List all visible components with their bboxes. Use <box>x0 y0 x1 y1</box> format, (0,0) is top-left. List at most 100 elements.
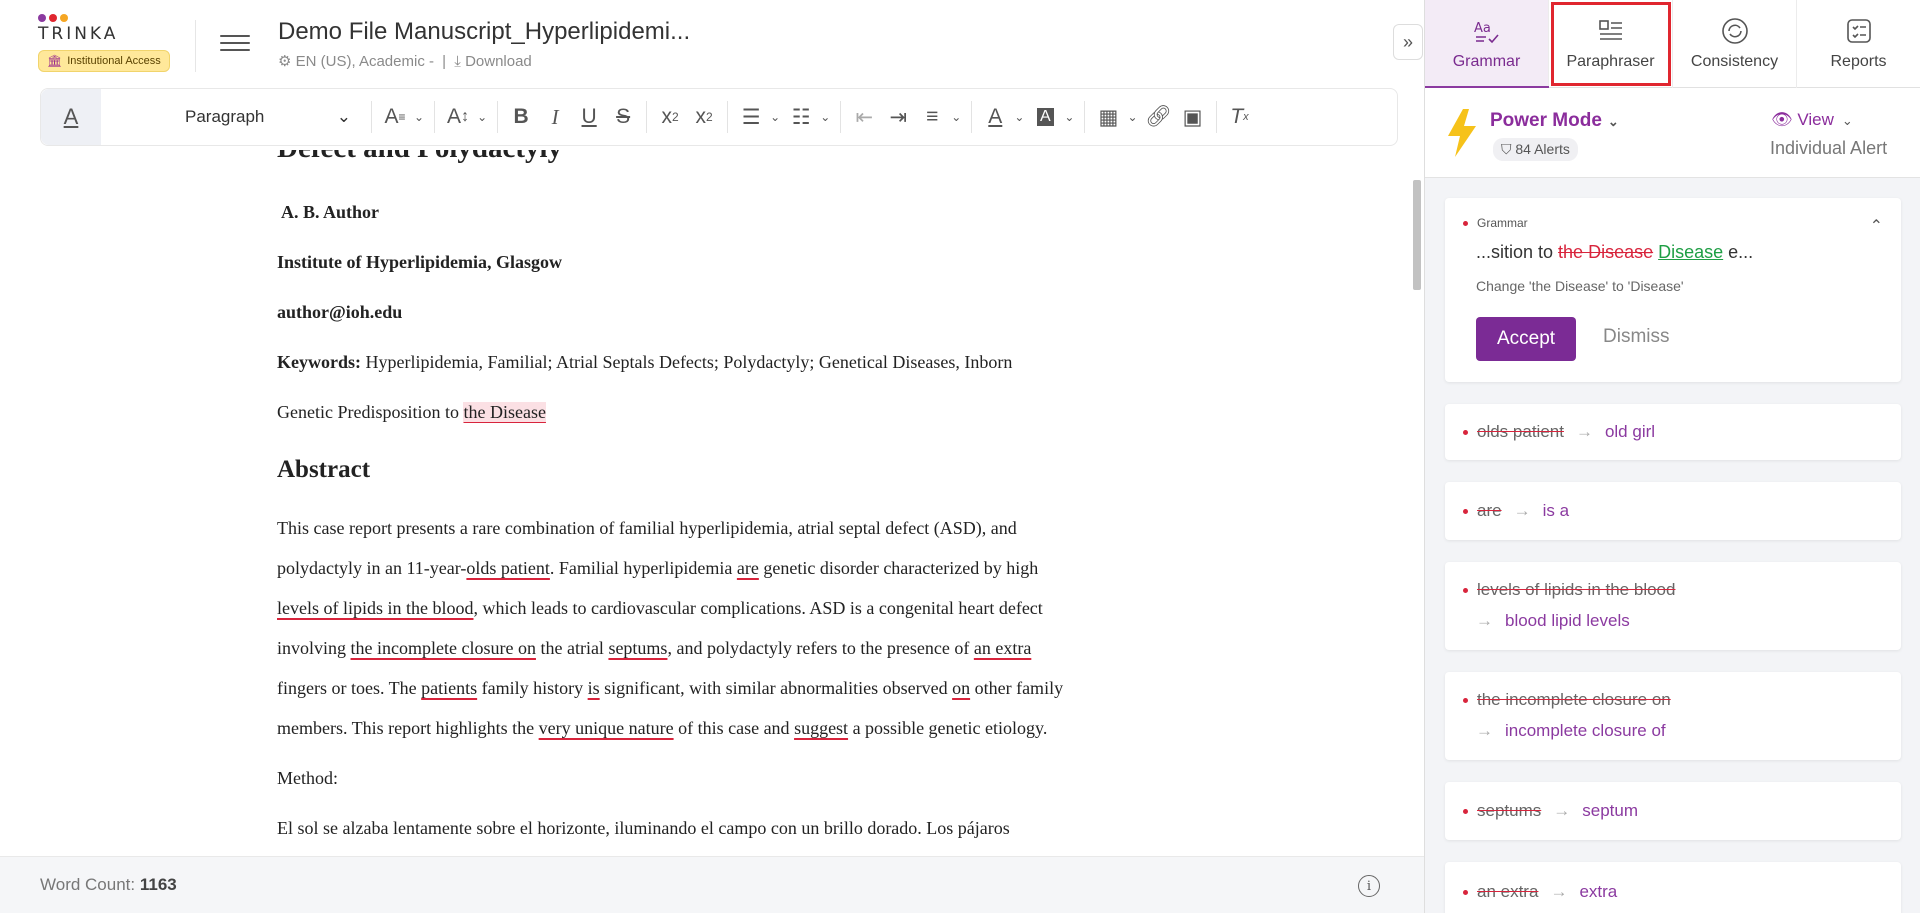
grammar-error[interactable]: is <box>588 678 600 698</box>
expand-panel-button[interactable]: » <box>1393 24 1423 60</box>
arrow-right-icon: → <box>1476 611 1493 630</box>
numbered-list-icon[interactable]: ☷ <box>784 97 818 137</box>
chevron-up-icon[interactable]: ⌃ <box>1870 216 1883 236</box>
image-icon[interactable]: ▣ <box>1176 97 1210 137</box>
text-segment: Genetic Predisposition to <box>277 402 464 422</box>
download-link[interactable]: Download <box>465 53 532 70</box>
strikethrough-icon[interactable]: S <box>606 97 640 137</box>
suggestion-card[interactable]: olds patient → old girl <box>1445 404 1901 460</box>
bullet-list-icon[interactable]: ☰ <box>734 97 768 137</box>
table-icon[interactable]: ▦ <box>1091 97 1125 137</box>
chevron-down-icon: ⌄ <box>1607 114 1619 129</box>
superscript-icon[interactable]: x2 <box>687 97 721 137</box>
method-line: Method: <box>277 768 338 788</box>
grammar-error[interactable]: on <box>952 678 970 698</box>
bold-icon[interactable]: B <box>504 97 538 137</box>
italic-icon[interactable]: I <box>538 97 572 137</box>
grammar-error[interactable]: olds patient <box>466 558 550 578</box>
chevron-down-icon[interactable]: ⌄ <box>1127 110 1137 124</box>
grammar-error[interactable]: very unique nature <box>539 718 674 738</box>
abstract-heading: Abstract <box>277 456 371 483</box>
underline-icon[interactable]: U <box>572 97 606 137</box>
clear-format-icon[interactable]: Tx <box>1223 97 1257 137</box>
logo-dot <box>49 14 57 22</box>
meta-separator: | <box>442 53 447 70</box>
view-label: View <box>1797 110 1834 129</box>
subscript-icon[interactable]: x2 <box>653 97 687 137</box>
format-text-icon[interactable]: A <box>41 89 101 145</box>
suggestion: the incomplete closure on <box>1463 690 1671 710</box>
suggestion-card[interactable]: the incomplete closure on → incomplete cl… <box>1445 672 1901 760</box>
suggestion-card[interactable]: are → is a <box>1445 482 1901 540</box>
chevron-down-icon[interactable]: ⌄ <box>477 110 487 124</box>
view-dropdown[interactable]: 👁︎ View ⌄ <box>1771 110 1853 130</box>
accept-button[interactable]: Accept <box>1476 317 1576 361</box>
text-segment: involving <box>277 638 351 658</box>
grammar-error[interactable]: an extra <box>974 638 1031 658</box>
chevron-down-icon[interactable]: ⌄ <box>820 110 830 124</box>
chevron-down-icon[interactable]: ⌄ <box>414 110 424 124</box>
info-icon[interactable]: i <box>1358 875 1380 897</box>
grammar-error[interactable]: the incomplete closure on <box>351 638 536 658</box>
tab-paraphraser[interactable]: Paraphraser <box>1549 0 1673 88</box>
globe-icon: ⚙ <box>278 53 292 70</box>
tab-grammar[interactable]: Aa Grammar <box>1425 0 1549 89</box>
toolbar-divider <box>434 101 436 133</box>
inserted-text: Disease <box>1658 242 1724 262</box>
font-size-icon[interactable]: A ≡ <box>378 97 412 137</box>
suggestion-card[interactable]: septums → septum <box>1445 782 1901 840</box>
paragraph-style-dropdown[interactable]: Paragraph ⌄ <box>125 107 365 127</box>
grammar-error[interactable]: are <box>737 558 759 578</box>
suggestion-replacement: → blood lipid levels <box>1476 611 1630 631</box>
grammar-error[interactable]: septums <box>608 638 667 658</box>
indent-icon[interactable]: ⇥ <box>881 97 915 137</box>
alerts-count: 84 Alerts <box>1515 141 1570 157</box>
suggestion: olds patient → old girl <box>1463 422 1655 442</box>
active-alert-card[interactable]: Grammar ⌃ ...sition to the Disease Disea… <box>1445 198 1901 382</box>
document-title[interactable]: Demo File Manuscript_Hyperlipidemi... <box>278 18 690 46</box>
genetic-line: Genetic Predisposition to the Disease <box>277 402 546 423</box>
align-icon[interactable]: ≡ <box>915 97 949 137</box>
suggestion-card[interactable]: an extra → extra <box>1445 862 1901 913</box>
chevron-down-icon[interactable]: ⌄ <box>1064 110 1074 124</box>
highlight-color-icon[interactable]: A <box>1028 97 1062 137</box>
paragraph-style-value: Paragraph <box>185 107 265 126</box>
grammar-error-highlight[interactable]: the Disease <box>463 402 546 422</box>
chevron-down-icon: ⌄ <box>336 107 351 126</box>
menu-icon[interactable] <box>220 30 250 54</box>
paragraph-line: involving the incomplete closure on the … <box>277 638 1031 659</box>
paraphraser-icon <box>1596 17 1626 45</box>
line-height-icon[interactable]: A ↕ <box>441 97 475 137</box>
outdent-icon[interactable]: ⇤ <box>847 97 881 137</box>
tab-label: Paraphraser <box>1566 53 1655 70</box>
logo-dot <box>60 14 68 22</box>
logo: TRINKA 🏛 Institutional Access <box>38 14 188 72</box>
document-body[interactable]: Defect and Polydactyly A. B. Author Inst… <box>277 150 1177 850</box>
font-color-icon[interactable]: A <box>978 97 1012 137</box>
scrollbar-thumb[interactable] <box>1413 180 1421 290</box>
toolbar-divider <box>727 101 729 133</box>
power-mode-dropdown[interactable]: Power Mode ⌄ <box>1490 110 1619 132</box>
alerts-filter[interactable]: ⛉ 84 Alerts <box>1493 138 1578 161</box>
dismiss-button[interactable]: Dismiss <box>1603 326 1670 348</box>
chevron-down-icon: ⌄ <box>1841 113 1853 128</box>
editor-scrollbar[interactable] <box>1413 150 1421 850</box>
grammar-error[interactable]: patients <box>421 678 477 698</box>
tab-consistency[interactable]: Consistency <box>1673 0 1797 88</box>
suggestion-old: levels of lipids in the blood <box>1477 580 1676 599</box>
chevron-down-icon[interactable]: ⌄ <box>770 110 780 124</box>
institutional-access-badge[interactable]: 🏛 Institutional Access <box>38 50 170 72</box>
tab-reports[interactable]: Reports <box>1797 0 1920 88</box>
grammar-error[interactable]: levels of lipids in the blood <box>277 598 473 618</box>
alert-preview: ...sition to the Disease Disease e... <box>1476 242 1754 262</box>
suggestion-card[interactable]: levels of lipids in the blood → blood lip… <box>1445 562 1901 650</box>
link-icon[interactable]: 🔗︎ <box>1142 97 1176 137</box>
language-selector[interactable]: EN (US), Academic - <box>296 53 434 70</box>
toolbar-divider <box>1084 101 1086 133</box>
toolbar-divider <box>497 101 499 133</box>
chevron-down-icon[interactable]: ⌄ <box>951 110 961 124</box>
chevron-down-icon[interactable]: ⌄ <box>1014 110 1024 124</box>
text-segment: , and polydactyly refers to the presence… <box>667 638 974 658</box>
grammar-error[interactable]: suggest <box>794 718 848 738</box>
paragraph-line: members. This report highlights the very… <box>277 718 1047 739</box>
